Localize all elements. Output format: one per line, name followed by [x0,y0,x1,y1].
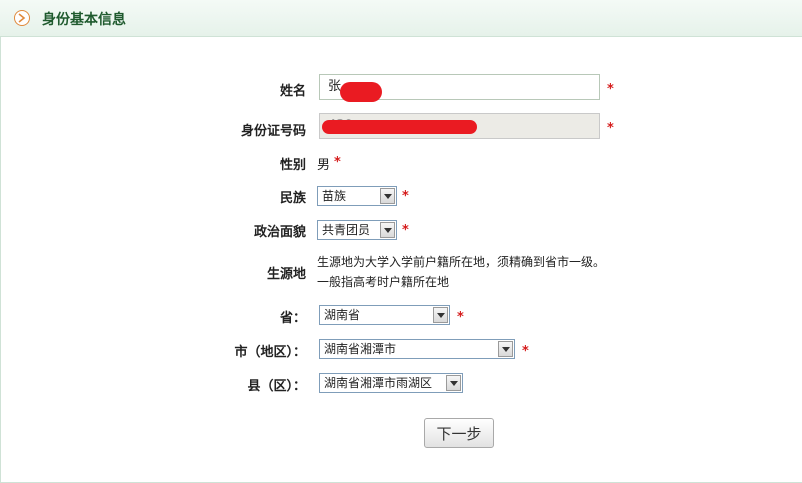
gender-required-mark: * [334,155,341,170]
play-arrow-icon [14,10,30,26]
province-label: 省： [279,311,306,326]
county-label: 县（区）： [247,379,306,394]
chevron-down-icon[interactable] [498,341,513,357]
redaction-mark [340,82,382,102]
page-frame [0,0,802,483]
county-select[interactable]: 湖南省湘潭市雨湖区 [319,373,463,393]
origin-note: 生源地为大学入学前户籍所在地，须精确到省市一级。 一般指高考时户籍所在地 [317,252,605,292]
chevron-down-icon[interactable] [380,188,395,204]
name-label: 姓名 [279,84,306,99]
section-title: 身份基本信息 [42,12,126,28]
political-value: 共青团员 [322,223,371,237]
origin-note-line-1: 生源地为大学入学前户籍所在地，须精确到省市一级。 [317,255,606,269]
chevron-down-icon[interactable] [446,375,461,391]
section-header: 身份基本信息 [0,0,802,37]
chevron-down-icon[interactable] [380,222,395,238]
origin-label: 生源地 [266,267,306,282]
county-value: 湖南省湘潭市雨湖区 [324,376,433,390]
gender-value: 男 [317,158,331,173]
redaction-mark [322,120,477,134]
city-label: 市（地区）： [234,345,306,360]
origin-note-line-2: 一般指高考时户籍所在地 [317,275,450,289]
political-required-mark: * [402,223,409,238]
ethnicity-required-mark: * [402,189,409,204]
city-value: 湖南省湘潭市 [324,342,397,356]
gender-label: 性别 [279,158,306,173]
city-select[interactable]: 湖南省湘潭市 [319,339,515,359]
ethnicity-label: 民族 [279,191,306,206]
province-select[interactable]: 湖南省 [319,305,450,325]
ethnicity-value: 苗族 [322,189,347,203]
ethnicity-select[interactable]: 苗族 [317,186,397,206]
political-label: 政治面貌 [253,225,306,240]
id-number-label: 身份证号码 [240,124,306,139]
city-required-mark: * [522,344,529,359]
name-required-mark: * [607,82,614,97]
next-step-button[interactable]: 下一步 [424,418,494,448]
province-required-mark: * [457,310,464,325]
chevron-down-icon[interactable] [433,307,448,323]
political-select[interactable]: 共青团员 [317,220,397,240]
id-required-mark: * [607,121,614,136]
province-value: 湖南省 [324,308,361,322]
